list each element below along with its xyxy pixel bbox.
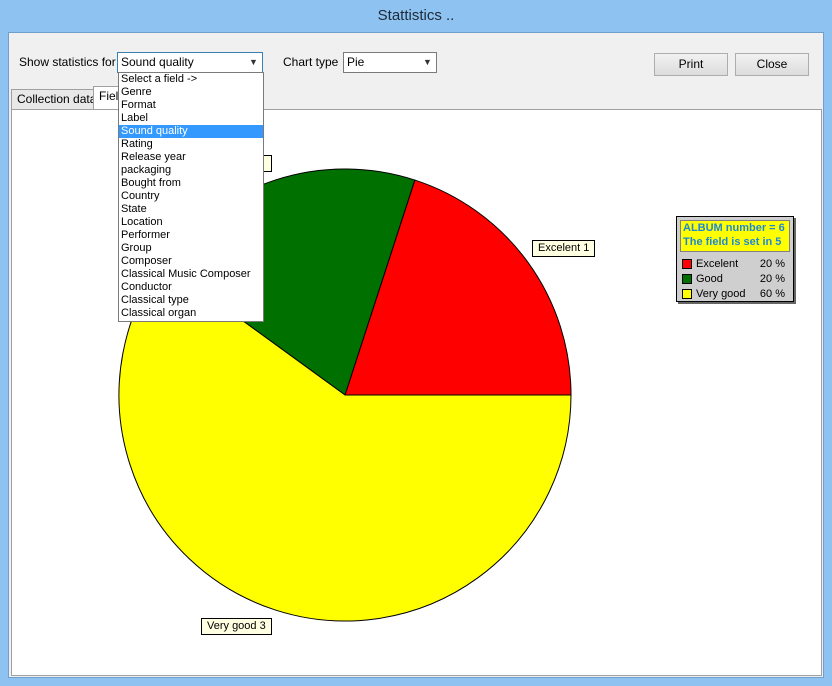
dropdown-item[interactable]: Format (119, 99, 263, 112)
chart-type-label: Chart type (283, 55, 339, 69)
legend-item: Good 20 % (681, 272, 789, 286)
legend-name: Good (696, 273, 723, 285)
chart-type-select[interactable]: Pie ▼ (343, 52, 437, 73)
dropdown-item[interactable]: Bought from (119, 177, 263, 190)
field-dropdown-list[interactable]: Select a field -> Genre Format Label Sound q… (118, 72, 264, 322)
dropdown-item[interactable]: Classical organ (119, 307, 263, 320)
dropdown-item[interactable]: State (119, 203, 263, 216)
legend-percent: 20 % (759, 273, 785, 285)
dropdown-item[interactable]: Location (119, 216, 263, 229)
dropdown-item[interactable]: Country (119, 190, 263, 203)
legend-name: Excelent (696, 258, 739, 270)
legend-item: Very good 60 % (681, 287, 789, 301)
legend-swatch (682, 289, 692, 299)
dropdown-item[interactable]: Group (119, 242, 263, 255)
legend-swatch (682, 274, 692, 284)
dropdown-item[interactable]: packaging (119, 164, 263, 177)
dropdown-item[interactable]: Sound quality (119, 125, 263, 138)
statistics-window: Show statistics for Sound quality ▼ Char… (8, 32, 824, 678)
dropdown-item[interactable]: Release year (119, 151, 263, 164)
chart-type-value: Pie (347, 55, 365, 69)
dropdown-item[interactable]: Composer (119, 255, 263, 268)
legend-name: Very good (696, 288, 746, 300)
show-statistics-label: Show statistics for (19, 55, 116, 69)
dropdown-item[interactable]: Label (119, 112, 263, 125)
legend-item: Excelent 20 % (681, 257, 789, 271)
legend-field-count: The field is set in 5 (683, 236, 782, 248)
legend-percent: 20 % (759, 258, 785, 270)
close-button[interactable]: Close (735, 53, 809, 76)
legend-percent: 60 % (759, 288, 785, 300)
dropdown-item[interactable]: Classical type (119, 294, 263, 307)
tab-collection-data[interactable]: Collection data (11, 89, 103, 109)
dropdown-item[interactable]: Conductor (119, 281, 263, 294)
chevron-down-icon[interactable]: ▼ (419, 53, 436, 72)
slice-label-very-good: Very good 3 (201, 618, 272, 635)
legend-album-count: ALBUM number = 6 (683, 222, 785, 234)
field-select-value: Sound quality (121, 55, 194, 69)
dropdown-item[interactable]: Performer (119, 229, 263, 242)
dropdown-item[interactable]: Rating (119, 138, 263, 151)
legend-swatch (682, 259, 692, 269)
field-select[interactable]: Sound quality ▼ (117, 52, 263, 73)
slice-label-excelent: Excelent 1 (532, 240, 596, 257)
print-button[interactable]: Print (654, 53, 728, 76)
chevron-down-icon[interactable]: ▼ (245, 53, 262, 72)
legend-header: ALBUM number = 6 The field is set in 5 (680, 220, 790, 252)
dropdown-item[interactable]: Classical Music Composer (119, 268, 263, 281)
chart-legend: ALBUM number = 6 The field is set in 5 E… (676, 216, 794, 302)
dropdown-item[interactable]: Select a field -> (119, 73, 263, 86)
window-title: Stattistics .. (0, 0, 832, 32)
dropdown-item[interactable]: Genre (119, 86, 263, 99)
